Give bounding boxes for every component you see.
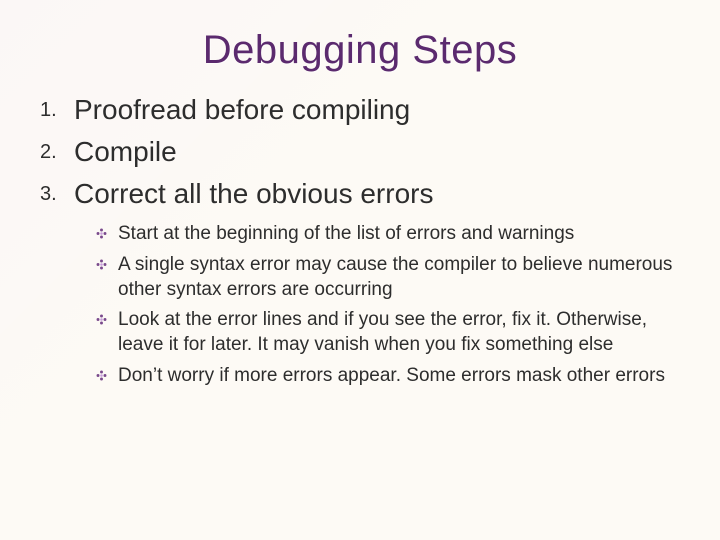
sub-list: Start at the beginning of the list of er…: [96, 222, 684, 388]
slide: Debugging Steps Proofread before compili…: [0, 0, 720, 540]
sub-item-text: A single syntax error may cause the comp…: [118, 254, 672, 300]
main-item-text: Compile: [74, 136, 177, 167]
sub-item: Don’t worry if more errors appear. Some …: [96, 364, 684, 389]
main-item: Proofread before compiling: [74, 91, 684, 129]
main-item: Compile: [74, 133, 684, 171]
sub-item-text: Start at the beginning of the list of er…: [118, 223, 574, 244]
flower-bullet-icon: [96, 370, 107, 381]
flower-bullet-icon: [96, 259, 107, 270]
slide-title: Debugging Steps: [36, 28, 684, 73]
main-list: Proofread before compiling Compile Corre…: [40, 91, 684, 212]
sub-item: Look at the error lines and if you see t…: [96, 308, 684, 357]
sub-item-text: Look at the error lines and if you see t…: [118, 309, 647, 355]
flower-bullet-icon: [96, 314, 107, 325]
flower-bullet-icon: [96, 228, 107, 239]
main-item: Correct all the obvious errors: [74, 175, 684, 213]
sub-item: A single syntax error may cause the comp…: [96, 253, 684, 302]
main-item-text: Correct all the obvious errors: [74, 178, 433, 209]
sub-item: Start at the beginning of the list of er…: [96, 222, 684, 247]
main-item-text: Proofread before compiling: [74, 94, 410, 125]
sub-item-text: Don’t worry if more errors appear. Some …: [118, 365, 665, 386]
